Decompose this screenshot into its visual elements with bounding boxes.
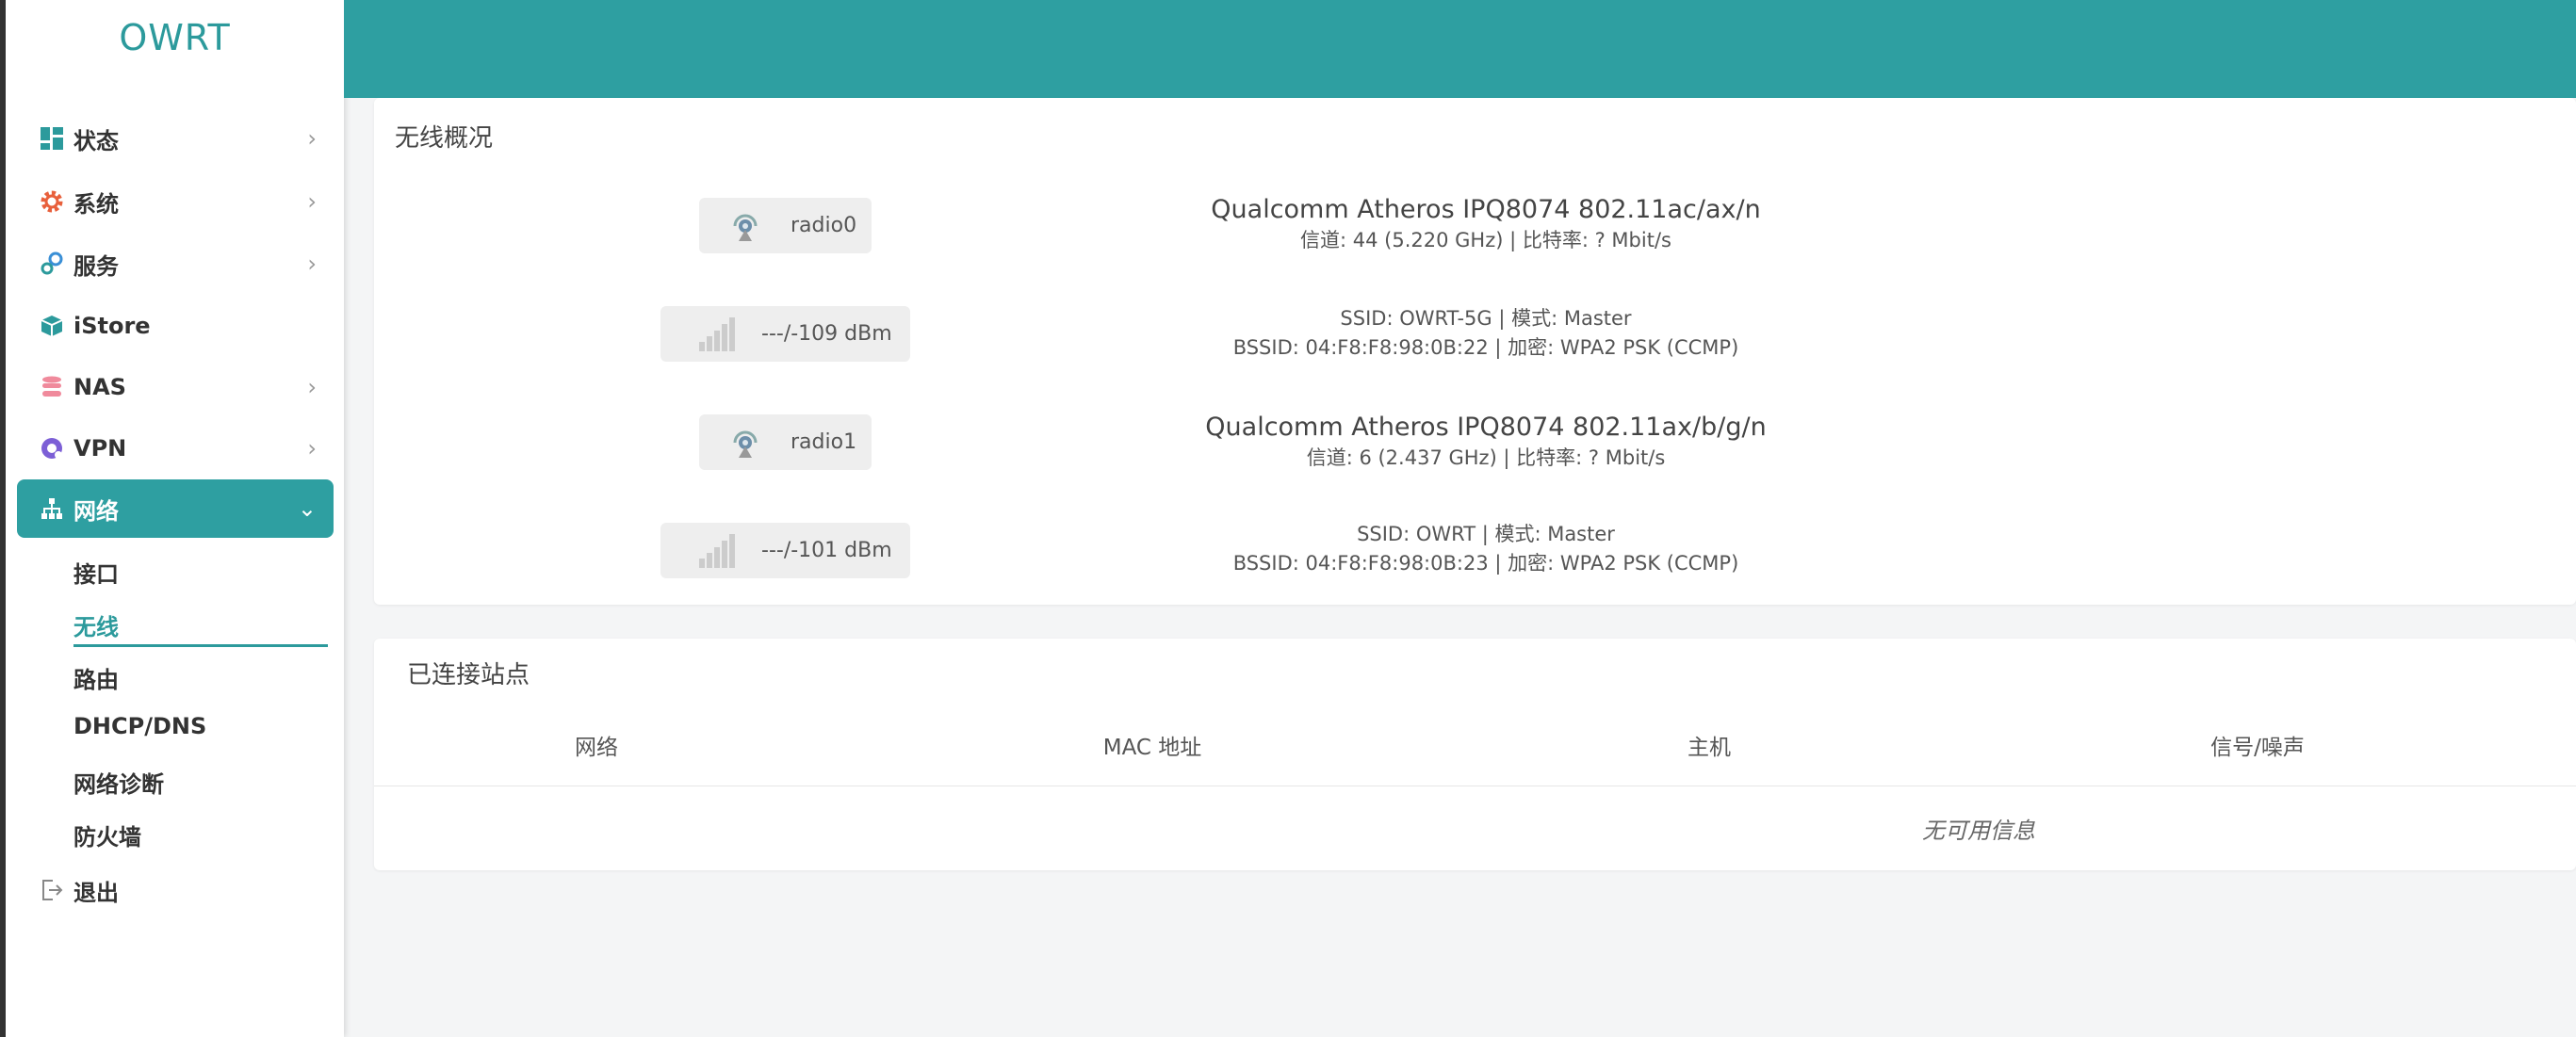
cube-icon [40,314,64,338]
brand-logo[interactable]: OWRT [6,17,344,58]
sidebar-item-network[interactable]: 网络 ⌄ [17,479,334,538]
sidebar-item-label: 状态 [73,127,119,154]
submenu-item-interfaces[interactable]: 接口 [73,556,119,589]
network-icon [40,496,64,521]
sidebar-item-label: 系统 [73,190,119,218]
sidebar-item-system[interactable]: 系统 › [17,172,334,231]
database-icon [40,375,64,399]
panel-title: 无线概况 [395,124,494,153]
column-header-signal-noise[interactable]: 信号/噪声 [2069,729,2446,761]
submenu-item-diagnostics[interactable]: 网络诊断 [73,766,164,799]
sidebar-item-nas[interactable]: NAS › [17,358,334,416]
panel-title: 已连接站点 [407,661,530,689]
sidebar-item-label: NAS [73,374,126,400]
sidebar-item-label: VPN [73,435,127,462]
radio1-network-info: SSID: OWRT | 模式: Master BSSID: 04:F8:F8:… [638,520,2334,578]
chevron-right-icon: › [307,125,317,152]
sidebar-item-status[interactable]: 状态 › [17,109,334,168]
ssid-info: SSID: OWRT | 模式: Master [1357,523,1615,545]
column-header-mac[interactable]: MAC 地址 [964,729,1341,761]
wireless-overview-panel: 无线概况 radio0 Qualcomm Atheros IPQ8074 802… [374,98,2576,605]
chevron-right-icon: › [307,188,317,215]
gear-icon [40,189,64,214]
vpn-icon [40,436,64,461]
sidebar-item-istore[interactable]: iStore [17,297,334,355]
radio0-network-info: SSID: OWRT-5G | 模式: Master BSSID: 04:F8:… [638,304,2334,363]
services-icon [40,251,64,276]
top-header-bar [344,0,2576,98]
submenu-item-dhcp-dns[interactable]: DHCP/DNS [73,713,206,739]
sidebar-item-label: 退出 [73,879,119,906]
radio-hardware: Qualcomm Atheros IPQ8074 802.11ax/b/g/n [1205,413,1767,442]
column-header-host[interactable]: 主机 [1521,729,1898,761]
ssid-info: SSID: OWRT-5G | 模式: Master [1340,307,1632,330]
chevron-down-icon: ⌄ [297,495,317,522]
empty-table-message: 无可用信息 [1922,818,2035,844]
bssid-info: BSSID: 04:F8:F8:98:0B:22 | 加密: WPA2 PSK … [1232,336,1739,359]
radio1-hardware-info: Qualcomm Atheros IPQ8074 802.11ax/b/g/n … [638,412,2334,473]
radio-hardware: Qualcomm Atheros IPQ8074 802.11ac/ax/n [1211,195,1761,224]
chevron-right-icon: › [307,435,317,462]
sidebar-item-label: iStore [73,313,151,339]
chevron-right-icon: › [307,374,317,400]
column-header-network[interactable]: 网络 [408,729,785,761]
sidebar-item-services[interactable]: 服务 › [17,235,334,293]
dashboard-icon [40,126,64,151]
sidebar-item-vpn[interactable]: VPN › [17,419,334,478]
submenu-item-wireless[interactable]: 无线 [73,608,119,641]
sidebar: OWRT 状态 › 系统 › 服务 › iStore NAS › VPN › 网… [6,0,344,1037]
radio0-hardware-info: Qualcomm Atheros IPQ8074 802.11ac/ax/n 信… [638,194,2334,255]
logout-icon [40,878,64,902]
bssid-info: BSSID: 04:F8:F8:98:0B:23 | 加密: WPA2 PSK … [1232,552,1739,575]
chevron-right-icon: › [307,251,317,277]
radio-channel-info: 信道: 44 (5.220 GHz) | 比特率: ? Mbit/s [1300,229,1671,251]
radio-channel-info: 信道: 6 (2.437 GHz) | 比特率: ? Mbit/s [1306,446,1666,469]
sidebar-item-label: 服务 [73,252,119,280]
sidebar-item-label: 网络 [73,497,119,525]
sidebar-item-logout[interactable]: 退出 [17,861,334,919]
submenu-item-firewall[interactable]: 防火墙 [73,818,141,851]
submenu-item-routes[interactable]: 路由 [73,661,119,694]
selected-underline [73,644,328,647]
